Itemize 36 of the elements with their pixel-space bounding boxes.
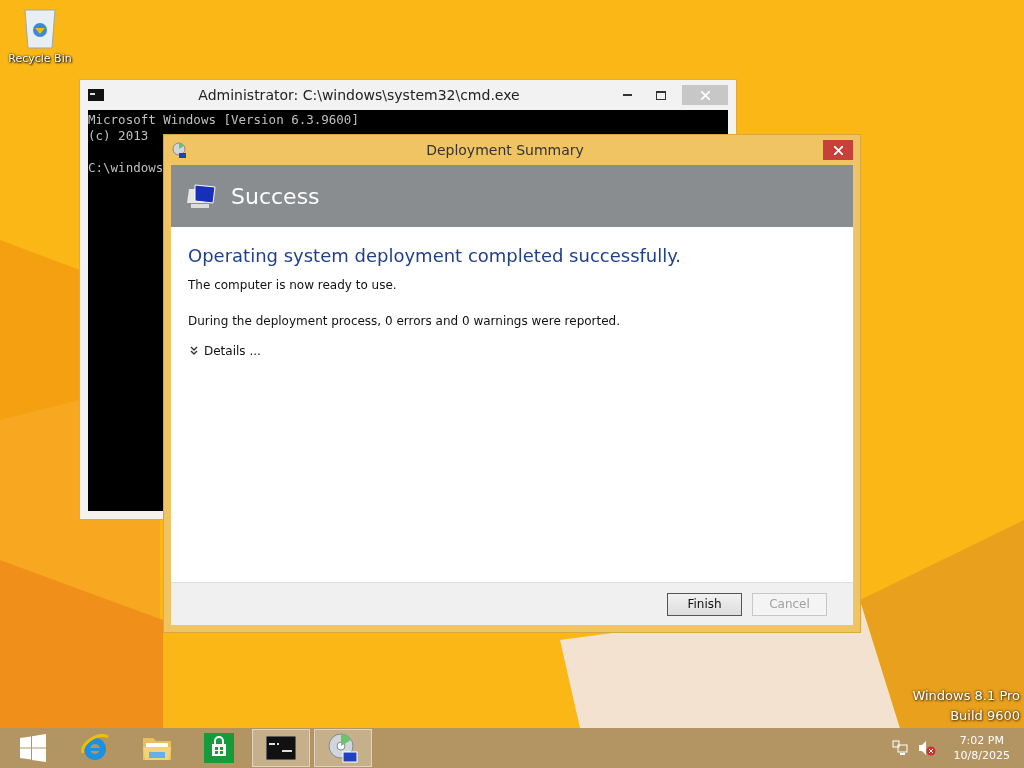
edition-text: Build 9600 — [950, 707, 1020, 725]
taskbar-button[interactable] — [252, 729, 310, 767]
console-line: Microsoft Windows [Version 6.3.9600] — [88, 112, 360, 128]
window-title: Administrator: C:\windows\system32\cmd.exe — [197, 87, 521, 103]
shortcut-label: Recycle Bin — [8, 52, 72, 65]
windows-logo-icon — [19, 734, 47, 762]
message-text: The computer is now ready to use. — [188, 278, 397, 292]
dialog-button[interactable]: Finish — [667, 592, 742, 616]
muted-speaker-icon[interactable] — [917, 740, 936, 756]
result-heading: Operating system deployment completed successfully. — [188, 245, 682, 266]
console-prompt: C:\windows — [88, 160, 165, 176]
details-toggle[interactable]: Details ... — [188, 344, 261, 358]
console-icon — [266, 736, 296, 760]
console-line: (c) 2013 — [88, 128, 150, 144]
minimize-icon — [622, 94, 632, 96]
close-button[interactable] — [823, 140, 853, 160]
disc-icon — [327, 732, 359, 764]
disc-icon — [171, 142, 187, 158]
recycle-bin-icon — [23, 6, 57, 50]
browser-icon — [80, 733, 110, 763]
clock-date: 10/8/2025 — [953, 748, 1010, 763]
maximize-icon — [656, 90, 666, 100]
network-icon[interactable] — [891, 740, 908, 756]
window-title: Deployment Summary — [425, 142, 585, 158]
console-icon — [88, 89, 104, 101]
desktop-shortcut[interactable]: Recycle Bin — [4, 6, 76, 65]
message-text: During the deployment process, 0 errors and 0 warnings were reported. — [188, 314, 621, 328]
clock-time: 7:02 PM — [959, 733, 1004, 748]
edition-text: Windows 8.1 Pro — [912, 687, 1020, 705]
computer-icon — [187, 183, 217, 209]
store-icon — [204, 733, 234, 763]
close-icon — [700, 90, 710, 100]
clock[interactable]: 7:02 PM 10/8/2025 — [953, 733, 1010, 763]
status-heading: Success — [231, 183, 320, 209]
taskbar-button[interactable] — [314, 729, 372, 767]
close-icon — [833, 145, 843, 155]
